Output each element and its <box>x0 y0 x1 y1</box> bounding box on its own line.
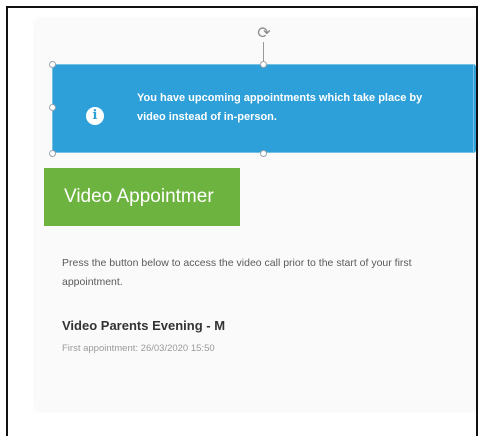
first-appointment-date: First appointment: 26/03/2020 15:50 <box>62 343 215 354</box>
meeting-title[interactable]: Video Parents Evening - M <box>62 318 225 333</box>
heading-text: Video Appointmer <box>64 186 214 207</box>
info-icon: i <box>86 107 104 125</box>
resize-handle-left[interactable] <box>49 104 56 111</box>
resize-handle-top[interactable] <box>260 61 267 68</box>
video-appointments-heading: Video Appointmer <box>44 168 240 226</box>
resize-handle-bottom-left[interactable] <box>49 150 56 157</box>
rotate-handle-icon[interactable]: ⟳ <box>255 25 273 43</box>
banner-message: You have upcoming appointments which tak… <box>137 92 423 123</box>
section-description: Press the button below to access the vid… <box>62 257 412 288</box>
resize-handle-bottom[interactable] <box>260 150 267 157</box>
resize-handle-top-left[interactable] <box>49 61 56 68</box>
